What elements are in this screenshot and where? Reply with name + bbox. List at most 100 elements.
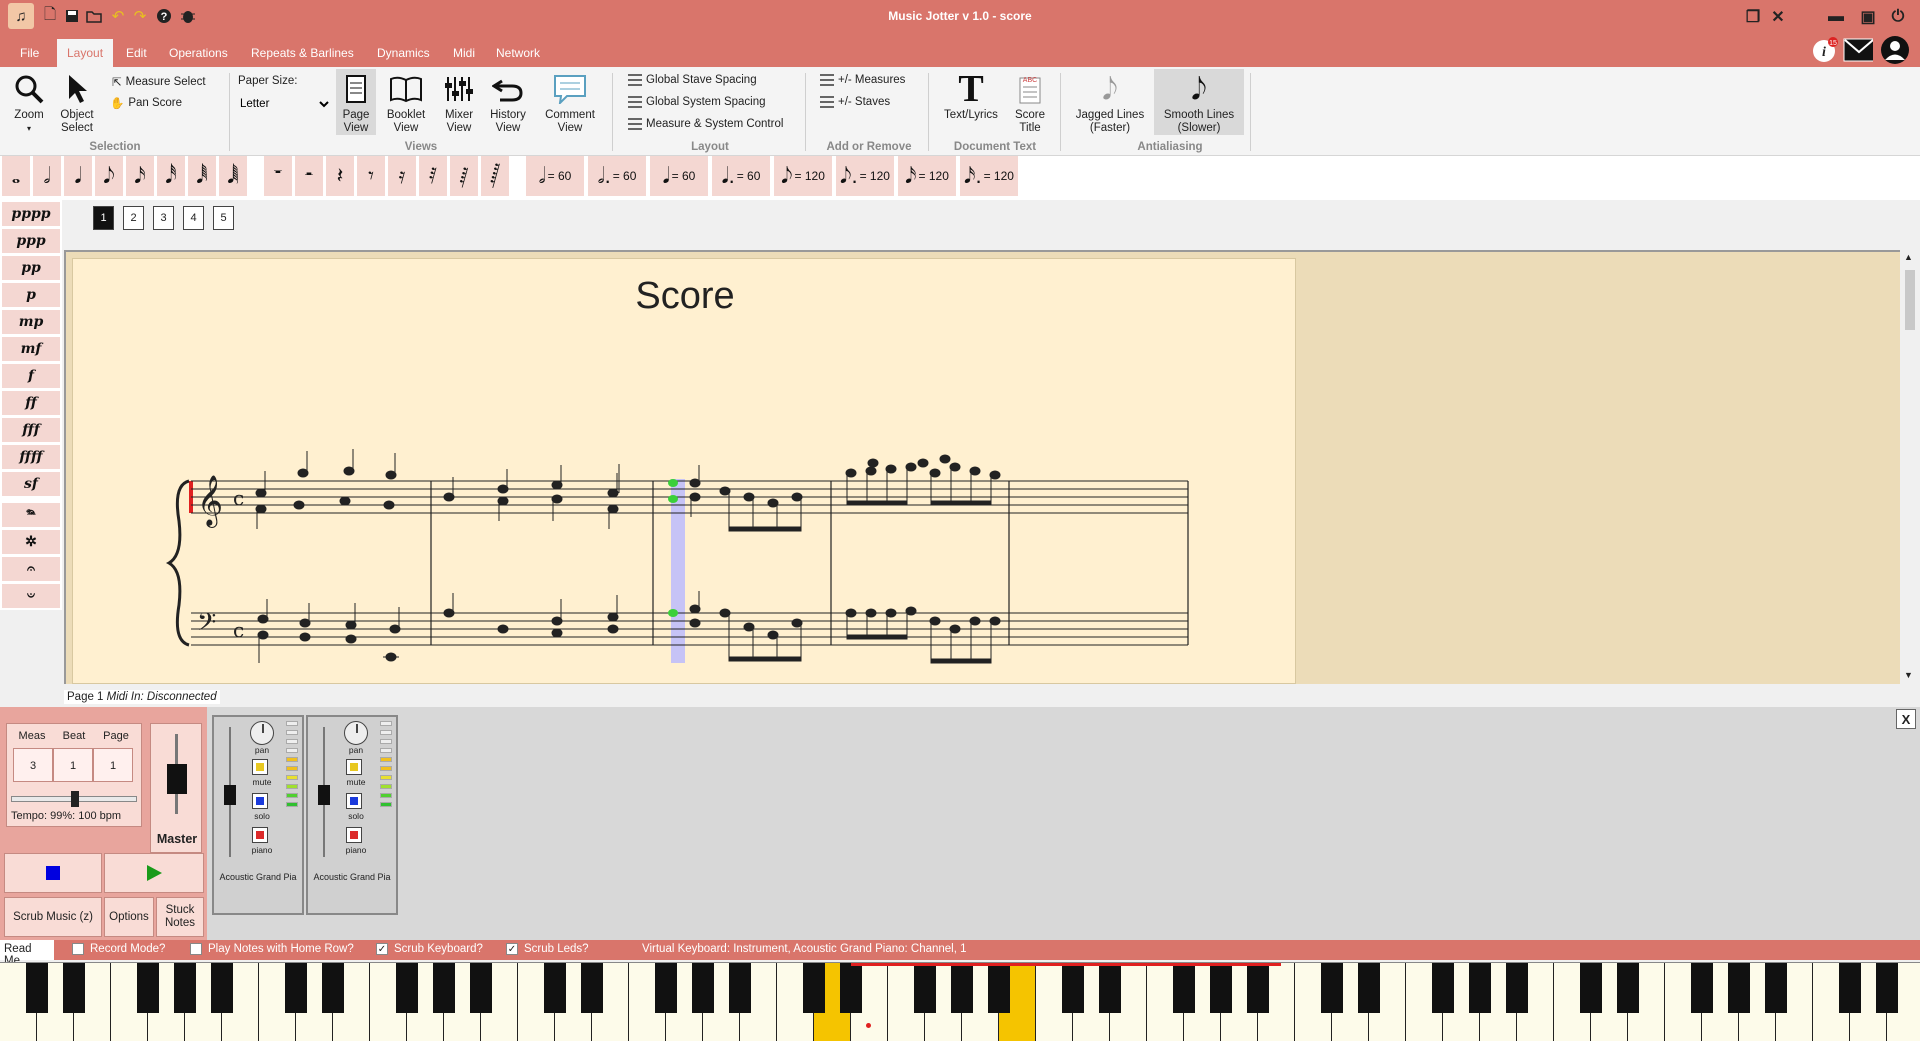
piano-black-key[interactable]	[1469, 963, 1491, 1013]
scroll-down-icon[interactable]: ▼	[1904, 670, 1913, 680]
piano-black-key[interactable]	[322, 963, 344, 1013]
history-view-button[interactable]: History View	[484, 69, 532, 135]
piano-black-key[interactable]	[951, 963, 973, 1013]
page-button-3[interactable]: 3	[153, 206, 174, 230]
home-row-checkbox[interactable]	[190, 943, 202, 955]
fermata-button[interactable]: 𝄐	[2, 557, 60, 581]
whole-note-button[interactable]: 𝅝	[2, 156, 30, 196]
piano-black-key[interactable]	[1691, 963, 1713, 1013]
tab-layout[interactable]: Layout	[57, 39, 114, 67]
scroll-up-icon[interactable]: ▲	[1904, 252, 1913, 262]
score-title-button[interactable]: ABC Score Title	[1008, 69, 1052, 135]
zoom-button[interactable]: Zoom ▾	[6, 69, 52, 135]
piano-black-key[interactable]	[581, 963, 603, 1013]
piano-black-key[interactable]	[1506, 963, 1528, 1013]
channel-fader[interactable]	[316, 727, 332, 857]
tempo-dotted-quarter-60-button[interactable]: 𝅘𝅥. = 60	[712, 156, 770, 196]
thirty-second-rest-button[interactable]: 𝅀	[419, 156, 447, 196]
options-button[interactable]: Options	[104, 897, 154, 937]
piano-black-key[interactable]	[1617, 963, 1639, 1013]
mute-toggle[interactable]	[252, 759, 268, 775]
piano-black-key[interactable]	[544, 963, 566, 1013]
solo-toggle[interactable]	[252, 793, 268, 809]
music-staff[interactable]: 𝄞 𝄢 c c	[73, 259, 1297, 685]
pan-knob[interactable]	[250, 721, 274, 745]
stop-button[interactable]	[4, 853, 102, 893]
tempo-sixteenth-120-button[interactable]: 𝅘𝅥𝅯 = 120	[898, 156, 956, 196]
pan-score-button[interactable]: ✋ Pan Score	[110, 96, 182, 110]
hundred-twenty-eighth-rest-button[interactable]: 𝅂	[481, 156, 509, 196]
piano-black-key[interactable]	[914, 963, 936, 1013]
piano-black-key[interactable]	[1321, 963, 1343, 1013]
tab-midi[interactable]: Midi	[443, 39, 485, 67]
measure-select-button[interactable]: ⇱ Measure Select	[112, 75, 206, 89]
page-button-1[interactable]: 1	[93, 206, 114, 230]
power-icon[interactable]: ⏻	[1887, 6, 1909, 28]
sixty-fourth-note-button[interactable]: 𝅘𝅥𝅱	[188, 156, 216, 196]
comment-view-button[interactable]: Comment View	[538, 69, 602, 135]
channel-fader-knob[interactable]	[318, 785, 330, 805]
tempo-quarter-60-button[interactable]: 𝅘𝅥 = 60	[650, 156, 708, 196]
tab-operations[interactable]: Operations	[159, 39, 238, 67]
piano-toggle[interactable]	[252, 827, 268, 843]
piano-black-key[interactable]	[1765, 963, 1787, 1013]
tempo-slider-knob[interactable]	[71, 791, 79, 807]
dynamic-ppp-button[interactable]: ppp	[2, 229, 60, 253]
dynamic-mf-button[interactable]: mf	[2, 337, 60, 361]
user-avatar-icon[interactable]	[1880, 35, 1910, 65]
piano-black-key[interactable]	[1062, 963, 1084, 1013]
tab-file[interactable]: File	[10, 39, 49, 67]
sixteenth-note-button[interactable]: 𝅘𝅥𝅯	[126, 156, 154, 196]
tempo-half-60-button[interactable]: 𝅗𝅥 = 60	[526, 156, 584, 196]
pedal-release-button[interactable]: ✲	[2, 530, 60, 554]
piano-black-key[interactable]	[840, 963, 862, 1013]
quarter-rest-button[interactable]: 𝄽	[326, 156, 354, 196]
whole-rest-button[interactable]: 𝄻	[264, 156, 292, 196]
page-view-button[interactable]: Page View	[336, 69, 376, 135]
solo-toggle[interactable]	[346, 793, 362, 809]
piano-black-key[interactable]	[285, 963, 307, 1013]
fermata-below-button[interactable]: 𝄑	[2, 584, 60, 608]
close-score-icon[interactable]: ✕	[1767, 6, 1789, 28]
half-rest-button[interactable]: 𝄼	[295, 156, 323, 196]
mixer-view-button[interactable]: Mixer View	[436, 69, 482, 135]
tempo-dotted-half-60-button[interactable]: 𝅗𝅥. = 60	[588, 156, 646, 196]
info-icon[interactable]: i 15	[1810, 35, 1840, 65]
tab-dynamics[interactable]: Dynamics	[367, 39, 440, 67]
page-button-4[interactable]: 4	[183, 206, 204, 230]
piano-black-key[interactable]	[433, 963, 455, 1013]
close-mixer-icon[interactable]: X	[1896, 709, 1916, 729]
mail-icon[interactable]	[1843, 35, 1873, 65]
score-page[interactable]: Score 𝄞 𝄢 c c	[72, 258, 1296, 684]
piano-black-key[interactable]	[396, 963, 418, 1013]
record-mode-checkbox[interactable]	[72, 943, 84, 955]
home-row-option[interactable]: Play Notes with Home Row?	[190, 943, 354, 955]
channel-fader[interactable]	[222, 727, 238, 857]
hundred-twenty-eighth-note-button[interactable]: 𝅘𝅥𝅲	[219, 156, 247, 196]
tempo-slider[interactable]	[11, 791, 137, 807]
piano-black-key[interactable]	[1247, 963, 1269, 1013]
add-remove-staves-button[interactable]: +/- Staves	[820, 96, 890, 108]
tempo-dotted-sixteenth-120-button[interactable]: 𝅘𝅥𝅯. = 120	[960, 156, 1018, 196]
eighth-rest-button[interactable]: 𝄾	[357, 156, 385, 196]
restore-window-icon[interactable]: ❐	[1742, 6, 1764, 28]
vertical-scrollbar[interactable]: ▲ ▼	[1900, 250, 1920, 684]
half-note-button[interactable]: 𝅗𝅥	[33, 156, 61, 196]
object-select-button[interactable]: Object Select	[54, 69, 100, 135]
pedal-button[interactable]: 𝆮	[2, 503, 60, 527]
readme-button[interactable]: Read Me	[0, 940, 54, 967]
piano-black-key[interactable]	[470, 963, 492, 1013]
piano-toggle[interactable]	[346, 827, 362, 843]
dynamic-mp-button[interactable]: mp	[2, 310, 60, 334]
paper-size-select[interactable]: Letter	[236, 94, 332, 114]
scrub-leds-checkbox[interactable]: ✓	[506, 943, 518, 955]
piano-black-key[interactable]	[655, 963, 677, 1013]
dynamic-p-button[interactable]: p	[2, 283, 60, 307]
dynamic-ffff-button[interactable]: ffff	[2, 445, 60, 469]
tempo-dotted-eighth-120-button[interactable]: 𝅘𝅥𝅮. = 120	[836, 156, 894, 196]
piano-black-key[interactable]	[1728, 963, 1750, 1013]
tab-network[interactable]: Network	[486, 39, 550, 67]
page-button-5[interactable]: 5	[213, 206, 234, 230]
smooth-lines-button[interactable]: 𝅘𝅥𝅮 Smooth Lines (Slower)	[1154, 69, 1244, 135]
dynamic-pppp-button[interactable]: pppp	[2, 202, 60, 226]
